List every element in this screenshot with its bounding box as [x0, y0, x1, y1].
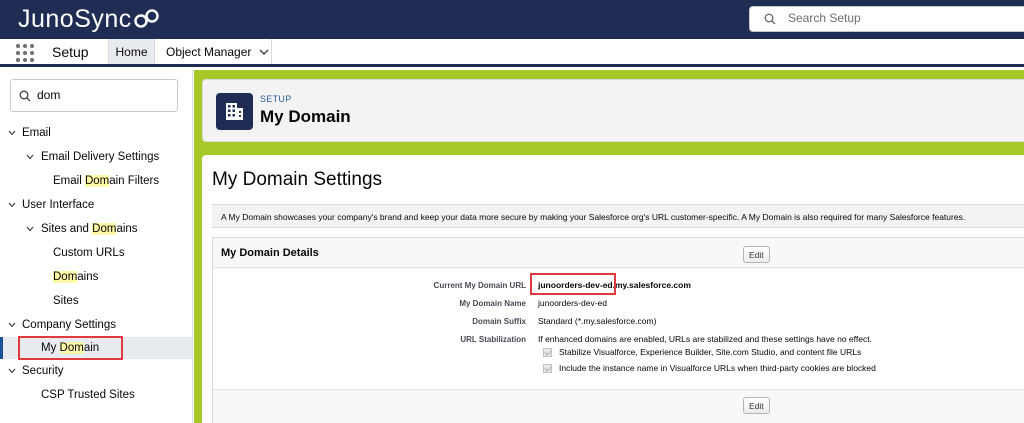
setup-search[interactable] — [749, 6, 1024, 32]
tree-item-label: Custom URLs — [53, 247, 125, 259]
chevron-down-icon[interactable] — [26, 226, 34, 232]
tab-home-label: Home — [115, 44, 148, 59]
tree-item-label: User Interface — [22, 199, 95, 211]
search-icon — [764, 13, 776, 25]
annotation-highlight-box — [530, 273, 616, 295]
page-title: My Domain — [260, 107, 351, 126]
global-header: JunoSync — [0, 0, 1024, 39]
brand-logo[interactable]: JunoSync — [18, 4, 160, 34]
page-header: SETUP My Domain — [202, 79, 1024, 142]
tree-item-domains[interactable]: Domains — [0, 266, 192, 288]
search-icon — [19, 90, 31, 102]
quick-find-input[interactable] — [37, 88, 167, 102]
tree-item-email-delivery-settings[interactable]: Email Delivery Settings — [0, 146, 192, 168]
tree-item-label: Email Delivery Settings — [41, 151, 160, 163]
setup-sidebar: Email Email Delivery Settings Email Doma… — [0, 70, 193, 423]
setup-nav-bar: Setup Home Object Manager — [0, 39, 1024, 67]
checkbox-disabled[interactable] — [543, 363, 552, 373]
instance-name-checkbox-row: Include the instance name in Visualforce… — [543, 363, 876, 373]
infinity-logo-icon — [134, 9, 159, 28]
section-body: Current My Domain URL junoorders-dev-ed.… — [213, 269, 1024, 389]
chevron-down-icon[interactable] — [8, 368, 16, 374]
tree-item-user-interface[interactable]: User Interface — [0, 194, 192, 216]
field-label: Current My Domain URL — [433, 281, 526, 290]
page-description: A My Domain showcases your company's bra… — [212, 204, 1024, 228]
details-section: My Domain Details Edit Current My Domain… — [212, 237, 1024, 423]
tree-item-email-domain-filters[interactable]: Email Domain Filters — [0, 170, 192, 192]
annotation-highlight-box — [18, 336, 123, 360]
tree-item-label: Company Settings — [22, 319, 116, 331]
tree-item-sites[interactable]: Sites — [0, 290, 192, 312]
tree-item-label: CSP Trusted Sites — [41, 389, 135, 401]
domain-name-value: junoorders-dev-ed — [538, 298, 607, 308]
edit-button[interactable]: Edit — [743, 397, 770, 414]
search-input[interactable] — [788, 11, 1008, 25]
stabilize-urls-checkbox-row: Stabilize Visualforce, Experience Builde… — [543, 347, 861, 357]
chevron-down-icon[interactable] — [8, 202, 16, 208]
tab-object-manager[interactable]: Object Manager — [156, 39, 272, 64]
checkbox-disabled[interactable] — [543, 347, 552, 357]
tab-object-manager-label: Object Manager — [166, 44, 252, 59]
tree-item-security[interactable]: Security — [0, 360, 192, 382]
tree-item-custom-urls[interactable]: Custom URLs — [0, 242, 192, 264]
chevron-down-icon[interactable] — [8, 322, 16, 328]
tab-home[interactable]: Home — [108, 39, 155, 64]
url-stabilization-note: If enhanced domains are enabled, URLs ar… — [538, 334, 872, 344]
selection-indicator — [0, 337, 3, 359]
chevron-down-icon[interactable] — [8, 130, 16, 136]
tree-item-email[interactable]: Email — [0, 122, 192, 144]
app-launcher-icon[interactable] — [16, 44, 34, 62]
section-title: My Domain Details — [221, 247, 319, 259]
field-label: My Domain Name — [459, 299, 526, 308]
tree-item-label: Security — [22, 365, 64, 377]
tree-item-label: Sites — [53, 295, 79, 307]
field-label: URL Stabilization — [460, 335, 526, 344]
checkbox-label: Include the instance name in Visualforce… — [559, 363, 876, 373]
settings-title: My Domain Settings — [212, 169, 383, 190]
tree-item-company-settings[interactable]: Company Settings — [0, 314, 192, 336]
quick-find[interactable] — [10, 79, 178, 112]
chevron-down-icon[interactable] — [26, 154, 34, 160]
app-name: Setup — [52, 44, 89, 60]
breadcrumb[interactable]: SETUP — [260, 94, 292, 104]
field-label: Domain Suffix — [472, 317, 526, 326]
section-header: My Domain Details Edit — [213, 238, 1024, 268]
tree-item-label: Sites and Domains — [41, 223, 138, 235]
tree-item-label: Domains — [53, 271, 99, 283]
tree-item-label: Email — [22, 127, 51, 139]
section-footer: Edit — [213, 389, 1024, 423]
tree-item-label: Email Domain Filters — [53, 175, 160, 187]
domain-suffix-value: Standard (*.my.salesforce.com) — [538, 316, 657, 326]
tree-item-csp-trusted-sites[interactable]: CSP Trusted Sites — [0, 384, 192, 406]
building-icon — [216, 93, 253, 130]
chevron-down-icon[interactable] — [259, 49, 269, 55]
tree-item-sites-and-domains[interactable]: Sites and Domains — [0, 218, 192, 240]
checkbox-label: Stabilize Visualforce, Experience Builde… — [559, 347, 862, 357]
edit-button[interactable]: Edit — [743, 246, 770, 263]
brand-logo-text: JunoSync — [18, 4, 132, 33]
